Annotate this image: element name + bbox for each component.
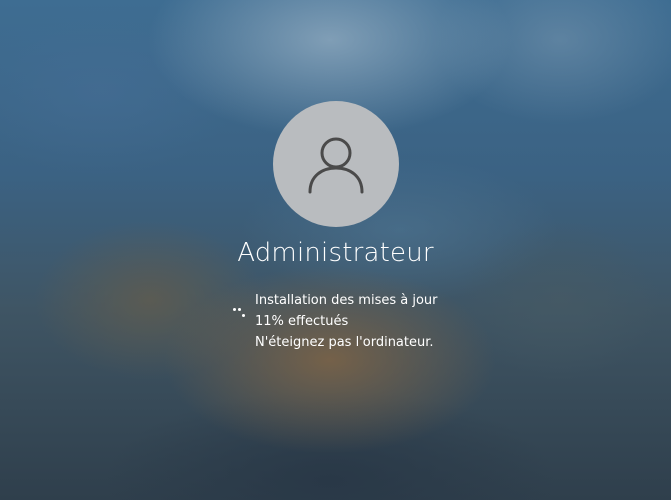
loading-spinner-icon [233,304,249,320]
status-text: Installation des mises à jour 11% effect… [255,290,515,353]
status-line-installing: Installation des mises à jour [255,293,438,308]
user-name: Administrateur [237,238,434,268]
person-icon [308,137,364,194]
status-line-warning: N'éteignez pas l'ordinateur. [255,335,434,350]
status-line-progress: 11% effectués [255,314,349,329]
user-avatar [273,101,399,227]
